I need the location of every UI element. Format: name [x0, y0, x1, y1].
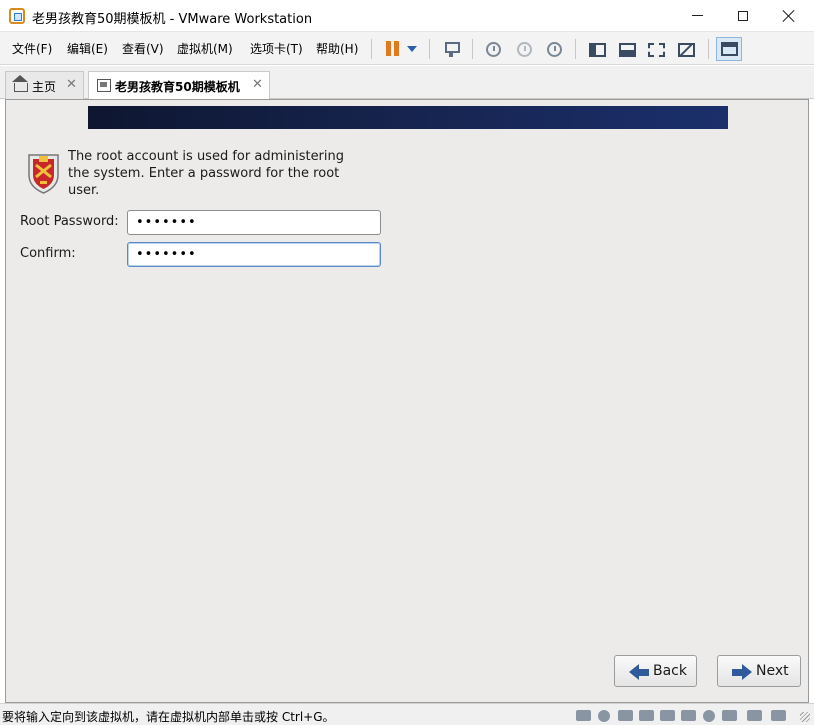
tab-home-label: 主页	[32, 80, 57, 94]
minimize-button[interactable]	[674, 0, 720, 31]
vmware-app-icon	[9, 8, 25, 24]
arrow-right-icon	[732, 664, 752, 680]
installer-banner	[88, 106, 728, 129]
tab-vm[interactable]: 老男孩教育50期模板机 ✕	[88, 71, 270, 100]
home-icon	[12, 75, 28, 92]
console-view-button[interactable]	[716, 37, 742, 61]
message-log-icon[interactable]	[771, 710, 786, 721]
menu-vm[interactable]: 虚拟机(M)	[177, 40, 233, 57]
menu-toolbar: 文件(F) 编辑(E) 查看(V) 虚拟机(M) 选项卡(T) 帮助(H)	[0, 32, 814, 65]
confirm-password-input[interactable]	[127, 242, 381, 267]
chevron-down-icon[interactable]	[407, 46, 417, 52]
unity-view-icon[interactable]	[678, 43, 695, 57]
tab-bar: 主页 ✕ 老男孩教育50期模板机 ✕	[0, 66, 814, 100]
tab-home[interactable]: 主页 ✕	[5, 71, 84, 99]
network-adapter-icon[interactable]	[618, 710, 633, 721]
intro-text: The root account is used for administeri…	[68, 149, 345, 198]
library-view-icon[interactable]	[589, 43, 606, 57]
root-password-label: Root Password:	[20, 214, 119, 229]
status-message: 要将输入定向到该虚拟机，请在虚拟机内部单击或按 Ctrl+G。	[2, 710, 335, 724]
next-button[interactable]: Next	[717, 655, 801, 687]
close-icon[interactable]: ✕	[252, 77, 263, 92]
status-bar: 要将输入定向到该虚拟机，请在虚拟机内部单击或按 Ctrl+G。	[0, 703, 814, 725]
toolbar-separator	[708, 39, 709, 59]
toolbar-separator	[371, 39, 372, 59]
close-icon[interactable]: ✕	[66, 77, 77, 92]
display-icon[interactable]	[747, 710, 762, 721]
sound-card-icon[interactable]	[703, 710, 715, 722]
tab-vm-label: 老男孩教育50期模板机	[115, 80, 240, 94]
back-button[interactable]: Back	[614, 655, 697, 687]
vm-icon	[97, 79, 111, 92]
maximize-button[interactable]	[720, 0, 766, 31]
full-screen-icon[interactable]	[648, 43, 665, 57]
vm-console[interactable]: The root account is used for administeri…	[5, 99, 809, 703]
send-ctrl-alt-del-icon[interactable]	[442, 40, 460, 58]
maximize-icon	[738, 10, 748, 21]
camera-icon[interactable]	[722, 710, 737, 721]
minimize-icon	[691, 15, 703, 16]
pause-icon[interactable]	[384, 40, 402, 58]
console-view-icon	[721, 42, 738, 56]
title-bar: 老男孩教育50期模板机 - VMware Workstation	[0, 0, 814, 32]
menu-view[interactable]: 查看(V)	[122, 40, 164, 57]
next-button-label: Next	[756, 663, 789, 679]
arrow-left-icon	[629, 664, 649, 680]
toolbar-separator	[429, 39, 430, 59]
hard-disk-icon[interactable]	[576, 710, 591, 721]
printer-icon[interactable]	[639, 710, 654, 721]
printer-icon[interactable]	[681, 710, 696, 721]
revert-snapshot-icon[interactable]	[517, 42, 532, 57]
close-button[interactable]	[766, 0, 812, 31]
menu-file[interactable]: 文件(F)	[12, 40, 52, 57]
menu-tabs[interactable]: 选项卡(T)	[250, 40, 303, 57]
resize-grip[interactable]	[800, 712, 810, 722]
back-button-label: Back	[653, 663, 687, 679]
toolbar-separator	[575, 39, 576, 59]
snapshot-icon[interactable]	[486, 42, 501, 57]
menu-help[interactable]: 帮助(H)	[316, 40, 358, 57]
shield-icon	[28, 154, 59, 194]
menu-edit[interactable]: 编辑(E)	[67, 40, 108, 57]
toolbar-separator	[472, 39, 473, 59]
confirm-password-label: Confirm:	[20, 246, 76, 261]
thumbnail-view-icon[interactable]	[619, 43, 636, 57]
snapshot-manager-icon[interactable]	[547, 42, 562, 57]
usb-device-icon[interactable]	[660, 710, 675, 721]
root-password-input[interactable]	[127, 210, 381, 235]
window-title: 老男孩教育50期模板机 - VMware Workstation	[32, 12, 313, 27]
cd-dvd-icon[interactable]	[598, 710, 610, 722]
close-icon	[783, 10, 795, 22]
